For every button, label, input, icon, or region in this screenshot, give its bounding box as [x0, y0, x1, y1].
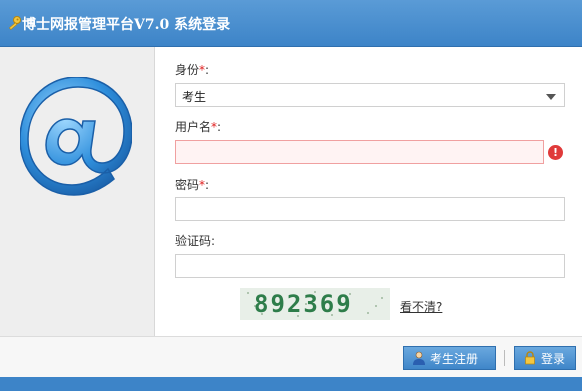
title-bar: 博士网报管理平台V7.0 系统登录 — [0, 0, 582, 47]
refresh-captcha-link[interactable]: 看不清? — [400, 298, 442, 315]
identity-select[interactable]: 考生 — [175, 83, 565, 107]
at-sign-icon — [20, 77, 132, 196]
user-icon — [413, 351, 425, 365]
identity-selected-value: 考生 — [182, 90, 207, 104]
username-label: 用户名*: — [175, 120, 222, 134]
password-input[interactable] — [175, 197, 565, 221]
key-icon — [8, 16, 21, 30]
identity-label: 身份*: — [175, 63, 210, 77]
login-button[interactable]: 登录 — [514, 346, 576, 370]
footer-bar: 考生注册 登录 — [0, 336, 582, 378]
logo-panel — [0, 47, 155, 336]
captcha-code: 892369 — [254, 290, 353, 318]
password-label: 密码*: — [175, 178, 210, 192]
captcha-image[interactable]: 892369 — [240, 288, 390, 320]
captcha-input[interactable] — [175, 254, 565, 278]
username-input[interactable] — [175, 140, 544, 164]
lock-icon — [525, 351, 535, 365]
captcha-label: 验证码: — [175, 234, 216, 248]
divider — [504, 350, 505, 366]
register-button[interactable]: 考生注册 — [403, 346, 496, 370]
window-title: 博士网报管理平台V7.0 系统登录 — [22, 17, 231, 33]
chevron-down-icon — [546, 94, 556, 100]
error-icon: ! — [548, 145, 563, 160]
login-form: 身份*: 考生 用户名*: ! 密码*: 验证码: 892369 看不清? — [155, 47, 582, 336]
bottom-bar — [0, 377, 582, 391]
